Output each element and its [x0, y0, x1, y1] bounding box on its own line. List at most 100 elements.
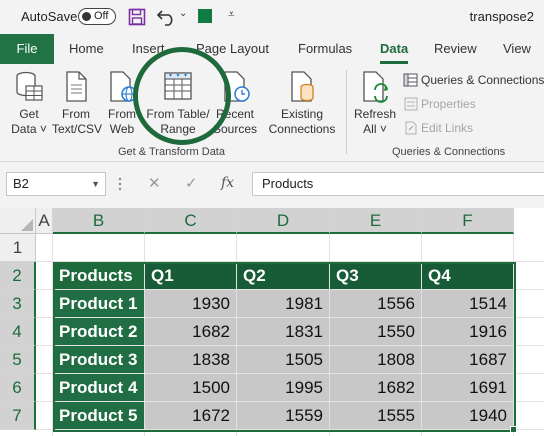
table-value-cell[interactable]: 1691 — [422, 374, 513, 401]
autosave-toggle[interactable]: Off — [78, 8, 116, 25]
formula-input[interactable]: Products — [252, 172, 544, 196]
recent-sources-icon — [224, 71, 250, 102]
column-header-e[interactable]: E — [330, 208, 422, 234]
row-header-3[interactable]: 3 — [0, 290, 36, 318]
name-box-dropdown-icon[interactable]: ▼ — [91, 173, 100, 195]
fill-handle[interactable] — [510, 426, 517, 433]
table-value-cell[interactable]: 1672 — [145, 402, 236, 429]
tab-page-layout[interactable]: Page Layout — [196, 41, 269, 56]
column-header-b[interactable]: B — [53, 208, 145, 234]
properties-button[interactable]: Properties — [403, 96, 503, 114]
ribbon-separator — [346, 70, 347, 154]
insert-function-icon[interactable]: fx — [221, 175, 234, 191]
tab-home[interactable]: Home — [69, 41, 104, 56]
table-value-cell[interactable]: 1550 — [330, 318, 421, 345]
table-value-cell[interactable]: 1916 — [422, 318, 513, 345]
table-value-cell[interactable]: 1505 — [237, 346, 329, 373]
table-header-cell[interactable]: Q4 — [422, 262, 513, 289]
text-file-icon — [66, 71, 87, 102]
tab-view[interactable]: View — [503, 41, 531, 56]
queries-connections-button[interactable]: Queries & Connections — [403, 72, 544, 90]
refresh-all-button[interactable]: Refresh All ˅ — [352, 70, 398, 137]
table-value-cell[interactable]: 1559 — [237, 402, 329, 429]
table-value-cell[interactable]: 1981 — [237, 290, 329, 317]
column-header-c[interactable]: C — [145, 208, 237, 234]
row-header-5[interactable]: 5 — [0, 346, 36, 374]
row-header-1[interactable]: 1 — [0, 234, 36, 262]
tab-data[interactable]: Data — [380, 41, 408, 56]
formula-bar-grip-icon[interactable] — [118, 176, 122, 192]
gridline — [513, 234, 514, 436]
edit-links-button[interactable]: Edit Links — [403, 120, 503, 138]
name-box[interactable]: B2 ▼ — [6, 172, 106, 196]
table-value-cell[interactable]: 1555 — [330, 402, 421, 429]
table-header-cell[interactable]: Q1 — [145, 262, 236, 289]
table-row-label-cell[interactable]: Product 4 — [53, 374, 144, 401]
table-value-cell[interactable]: 1808 — [330, 346, 421, 373]
existing-connections-button[interactable]: Existing Connections — [264, 70, 340, 137]
from-table-range-label-2: Range — [160, 122, 196, 136]
table-header-cell[interactable]: Q2 — [237, 262, 329, 289]
recent-sources-label-2: Sources — [212, 122, 258, 136]
table-value-cell[interactable]: 1687 — [422, 346, 513, 373]
save-icon[interactable] — [128, 8, 146, 26]
table-header-cell[interactable]: Products — [53, 262, 144, 289]
row-header-4[interactable]: 4 — [0, 318, 36, 346]
group-label-get-transform: Get & Transform Data — [118, 146, 225, 158]
refresh-all-label-1: Refresh — [353, 107, 397, 121]
queries-connections-icon — [403, 73, 418, 87]
name-box-value: B2 — [13, 176, 29, 191]
table-value-cell[interactable]: 1930 — [145, 290, 236, 317]
table-row-label-cell[interactable]: Product 1 — [53, 290, 144, 317]
select-all-button[interactable] — [0, 208, 36, 234]
get-data-label-1: Get — [19, 107, 39, 121]
document-title: transpose2 — [469, 9, 534, 24]
database-table-icon — [16, 71, 43, 101]
row-header-7[interactable]: 7 — [0, 402, 36, 430]
tab-file[interactable]: File — [0, 34, 54, 64]
customize-toolbar-icon[interactable]: ⩡ — [228, 7, 235, 22]
get-data-label-2: Data ˅ — [11, 122, 47, 136]
column-header-f[interactable]: F — [422, 208, 514, 234]
recent-sources-button[interactable]: Recent Sources — [212, 70, 258, 137]
table-row-label-cell[interactable]: Product 3 — [53, 346, 144, 373]
column-header-a[interactable]: A — [36, 208, 53, 234]
table-value-cell[interactable]: 1940 — [422, 402, 513, 429]
table-value-cell[interactable]: 1995 — [237, 374, 329, 401]
cancel-icon[interactable]: ✕ — [148, 174, 161, 192]
table-row-label-cell[interactable]: Product 2 — [53, 318, 144, 345]
undo-dropdown-icon[interactable]: ⌄ — [179, 8, 187, 19]
table-value-cell[interactable]: 1500 — [145, 374, 236, 401]
table-header-cell[interactable]: Q3 — [330, 262, 421, 289]
undo-icon[interactable] — [156, 7, 178, 27]
table-value-cell[interactable]: 1831 — [237, 318, 329, 345]
existing-connections-label-1: Existing — [280, 107, 324, 121]
enter-icon[interactable]: ✓ — [185, 174, 198, 192]
column-header-d[interactable]: D — [237, 208, 330, 234]
group-label-queries: Queries & Connections — [392, 146, 506, 158]
table-value-cell[interactable]: 1682 — [145, 318, 236, 345]
from-table-range-label-1: From Table/ — [146, 107, 210, 121]
table-row-label-cell[interactable]: Product 5 — [53, 402, 144, 429]
row-header-2[interactable]: 2 — [0, 262, 36, 290]
from-web-button[interactable]: From Web — [104, 70, 140, 137]
table-value-cell[interactable]: 1682 — [330, 374, 421, 401]
edit-links-icon — [405, 121, 417, 135]
tab-formulas[interactable]: Formulas — [298, 41, 352, 56]
table-range-icon — [164, 72, 192, 100]
table-value-cell[interactable]: 1556 — [330, 290, 421, 317]
ribbon-tabs: File Home Insert Page Layout Formulas Da… — [0, 34, 544, 64]
tab-insert[interactable]: Insert — [132, 41, 165, 56]
fill-color-icon[interactable] — [198, 9, 212, 23]
table-value-cell[interactable]: 1838 — [145, 346, 236, 373]
get-data-button[interactable]: Get Data ˅ — [6, 70, 52, 137]
from-text-csv-button[interactable]: From Text/CSV — [52, 70, 102, 137]
existing-connections-icon — [291, 71, 314, 102]
from-text-csv-label-1: From — [62, 107, 90, 121]
from-table-range-button[interactable]: From Table/ Range — [142, 70, 214, 137]
recent-sources-label-1: Recent — [215, 107, 255, 121]
from-web-label-2: Web — [109, 122, 135, 136]
row-header-6[interactable]: 6 — [0, 374, 36, 402]
tab-review[interactable]: Review — [434, 41, 477, 56]
table-value-cell[interactable]: 1514 — [422, 290, 513, 317]
